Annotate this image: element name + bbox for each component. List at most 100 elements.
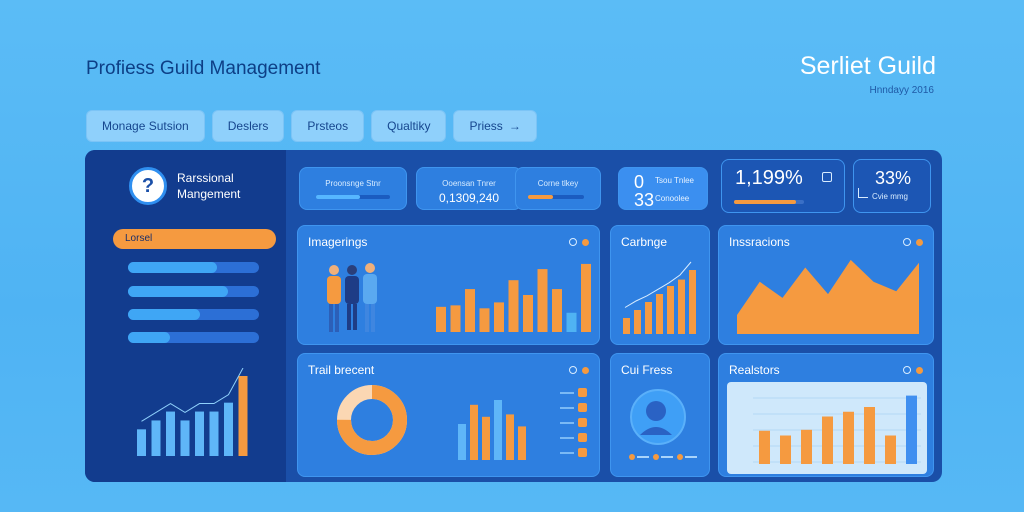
chart-icon — [822, 172, 832, 182]
sidebar-bar-chart — [137, 368, 248, 456]
legend-line — [560, 391, 574, 394]
bar — [479, 308, 490, 332]
tab-priess[interactable]: Priess → — [453, 110, 537, 142]
trail-brecent-card[interactable]: Trail brecent — [297, 353, 600, 477]
legend-item — [560, 388, 592, 397]
bar — [801, 429, 812, 464]
dashboard-panel: ? Rarssional Mangement Lorsel Proonsnge … — [85, 150, 942, 482]
user-icon — [640, 401, 672, 435]
settings-icon[interactable] — [569, 238, 577, 246]
kpi-card-2[interactable]: Ooensan Tnrer 0,1309,240 — [416, 167, 522, 210]
card-title: Carbnge — [621, 235, 668, 249]
kpi-card-3[interactable]: Corne tlkey — [515, 167, 601, 210]
profile-name-line2: Mangement — [177, 187, 241, 201]
sidebar-item[interactable] — [128, 332, 259, 343]
kpi-label: Ooensan Tnrer — [442, 179, 496, 188]
settings-icon[interactable] — [903, 238, 911, 246]
tab-prsteos[interactable]: Prsteos — [291, 110, 365, 142]
kpi-card-5[interactable]: 1,199% — [721, 159, 845, 213]
bar — [864, 407, 875, 464]
kpi-value: 33% — [875, 168, 912, 188]
kpi-label: Proonsnge Stnr — [325, 179, 381, 188]
card-title: Imagerings — [308, 235, 368, 249]
area — [737, 259, 919, 334]
realstors-chart-area — [727, 382, 927, 474]
sidebar-item[interactable] — [128, 262, 259, 273]
realstors-card[interactable]: Realstors — [718, 353, 934, 477]
bar — [436, 306, 446, 332]
bar — [822, 416, 833, 464]
bar — [494, 400, 502, 460]
imagerings-card[interactable]: Imagerings — [297, 225, 600, 345]
card-title: Cui Fress — [621, 363, 673, 377]
bar — [552, 289, 562, 332]
profile-name-line1: Rarssional — [177, 171, 234, 185]
tab-qualtiky[interactable]: Qualtiky — [371, 110, 447, 142]
kpi-card-1[interactable]: Proonsnge Stnr — [299, 167, 407, 210]
status-dot-icon — [916, 238, 923, 246]
sidebar-item[interactable] — [128, 286, 259, 297]
settings-icon[interactable] — [903, 366, 911, 374]
bar — [506, 414, 514, 460]
kpi-big-bottom: 33 — [634, 190, 655, 210]
tab-manage-sutsion[interactable]: Monage Sutsion — [86, 110, 205, 142]
legend-swatch — [629, 454, 635, 460]
bar — [759, 430, 770, 464]
help-icon[interactable]: ? — [129, 167, 167, 205]
bar — [151, 420, 161, 456]
kpi-progress — [528, 195, 584, 199]
sidebar-item-fill — [128, 332, 170, 343]
trail-brecent-bar-chart — [458, 400, 526, 460]
tab-deslers[interactable]: Deslers — [211, 110, 285, 142]
bar — [906, 395, 917, 464]
legend-swatch — [653, 454, 659, 460]
bar — [508, 280, 519, 332]
legend-swatch — [578, 403, 587, 412]
kpi-progress — [734, 200, 804, 204]
bar — [238, 376, 248, 456]
legend-swatch — [677, 454, 683, 460]
legend-item — [560, 403, 592, 412]
legend-swatch — [578, 448, 587, 457]
realstors-bar-chart — [753, 395, 921, 464]
card-actions — [569, 366, 589, 374]
cui-fress-card[interactable]: Cui Fress — [610, 353, 710, 477]
sidebar-item-fill — [128, 262, 218, 273]
bar — [678, 279, 685, 334]
trail-brecent-donut-chart — [337, 385, 407, 455]
legend-line — [560, 451, 574, 454]
legend-swatch — [578, 388, 587, 397]
instractions-area-chart — [737, 259, 919, 334]
legend-item — [560, 433, 592, 442]
kpi-card-4[interactable]: 0 33 Tsou Tnlee Conoolee — [618, 167, 708, 210]
user-avatar[interactable] — [630, 389, 686, 445]
sidebar-item[interactable] — [128, 309, 259, 320]
bar — [224, 402, 233, 456]
bar — [470, 404, 478, 460]
settings-icon[interactable] — [569, 366, 577, 374]
kpi-sub: Conoolee — [655, 194, 690, 203]
legend-item — [560, 418, 592, 427]
sidebar-item-fill — [128, 286, 228, 297]
legend-item — [677, 454, 697, 460]
kpi-progress-fill — [316, 195, 361, 199]
legend-item — [629, 454, 649, 460]
kpi-progress-fill — [734, 200, 796, 204]
bar — [843, 411, 854, 464]
card-actions — [903, 366, 923, 374]
bar — [581, 263, 591, 332]
profile-name: Rarssional Mangement — [177, 170, 277, 202]
bar — [166, 411, 175, 456]
tab-label: Monage Sutsion — [102, 119, 189, 133]
carbonge-card[interactable]: Carbnge — [610, 225, 710, 345]
bar — [885, 435, 896, 464]
bar — [465, 289, 475, 332]
cui-fress-legend — [629, 454, 697, 460]
carbonge-chart — [623, 261, 696, 334]
kpi-card-6[interactable]: 33% Cvie mmg — [853, 159, 931, 213]
card-actions — [903, 238, 923, 246]
bar — [689, 270, 696, 334]
instractions-card[interactable]: Inssracions — [718, 225, 934, 345]
sidebar-item-active[interactable]: Lorsel — [113, 229, 276, 249]
card-actions — [569, 238, 589, 246]
